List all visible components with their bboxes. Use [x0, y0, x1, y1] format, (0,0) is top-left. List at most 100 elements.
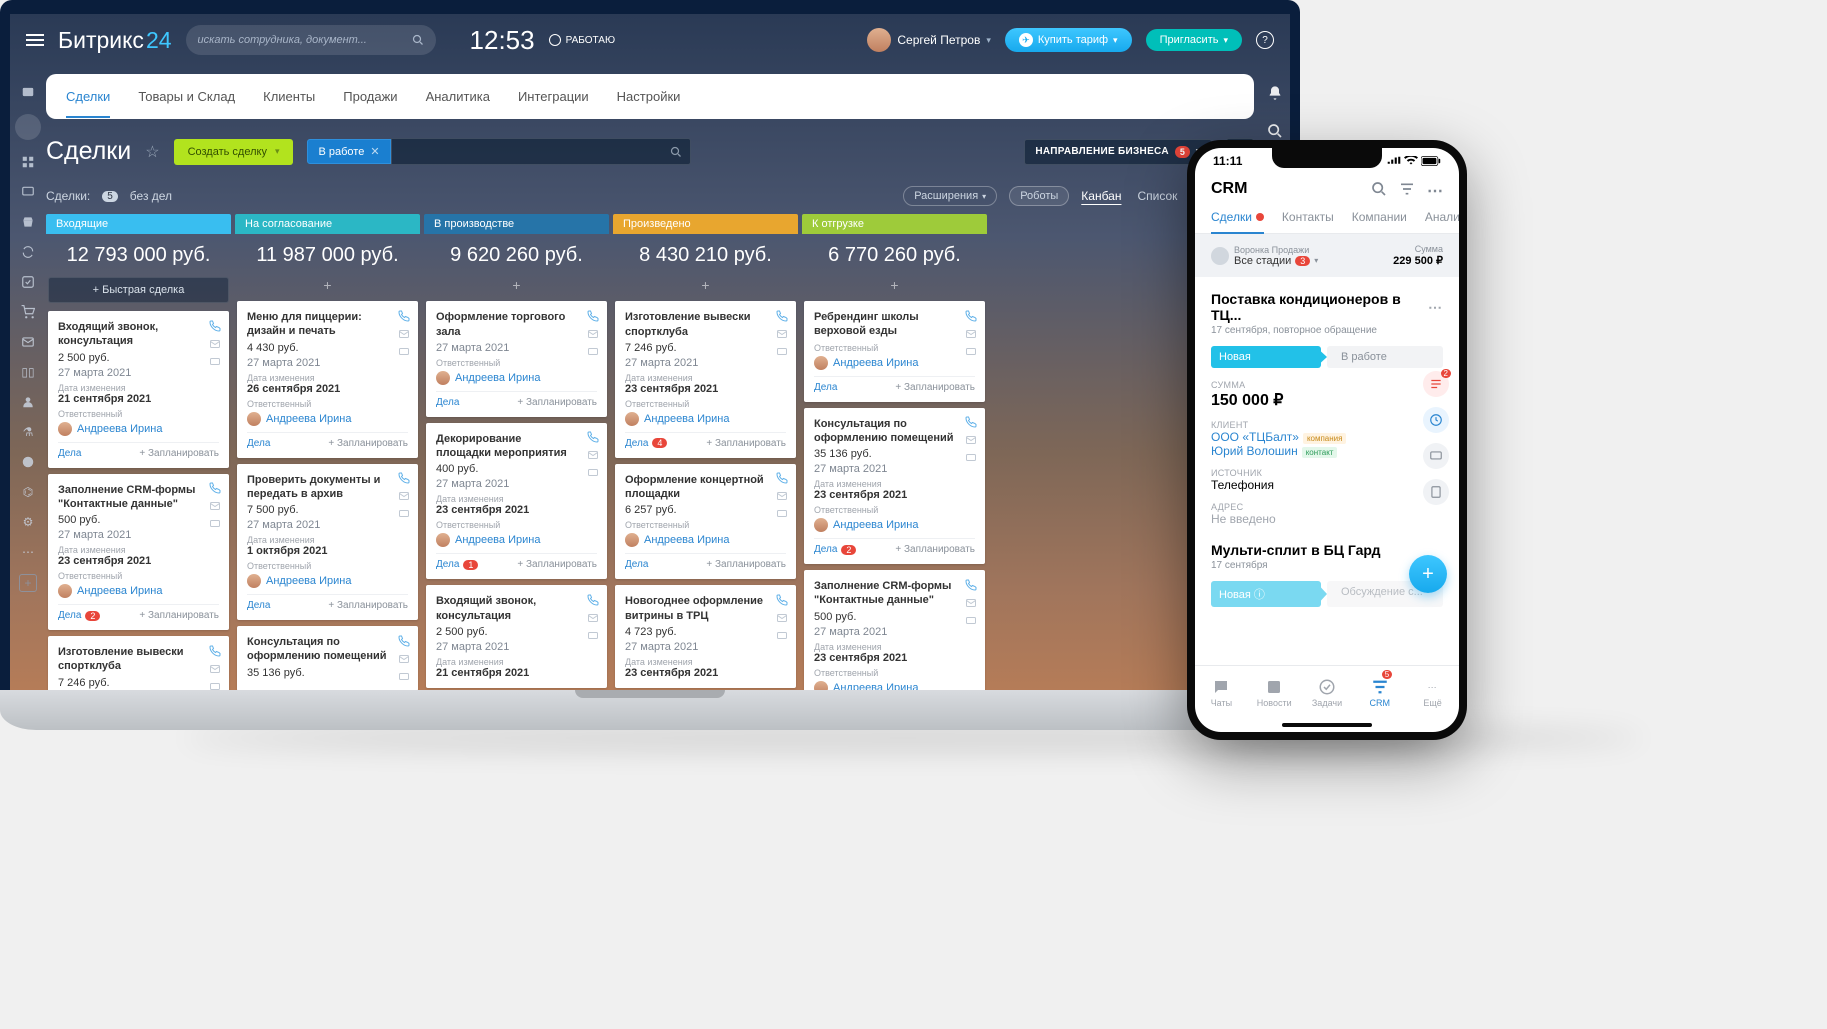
phone-icon[interactable]	[775, 309, 788, 322]
tab-goods[interactable]: Товары и Склад	[138, 89, 235, 104]
side-check-icon[interactable]	[20, 274, 36, 290]
card-title[interactable]: Изготовление вывески спортклуба	[625, 310, 786, 339]
side-store-icon[interactable]	[20, 214, 36, 230]
chat-icon[interactable]	[775, 629, 788, 642]
chat-icon[interactable]	[397, 670, 410, 683]
card-plan-link[interactable]: + Запланировать	[139, 610, 219, 621]
phone-stage-new[interactable]: Новая	[1211, 346, 1321, 368]
search-icon-side[interactable]	[1266, 122, 1284, 140]
chat-icon[interactable]	[775, 508, 788, 521]
side-sitemap-icon[interactable]: ⌬	[20, 484, 36, 500]
phone-rail-time[interactable]	[1423, 407, 1449, 433]
column-header[interactable]: Входящие	[46, 214, 231, 234]
deal-card[interactable]: Изготовление вывески спортклуба7 246 руб…	[48, 636, 229, 690]
card-title[interactable]: Проверить документы и передать в архив	[247, 473, 408, 502]
deal-card[interactable]: Оформление концертной площадки6 257 руб.…	[615, 464, 796, 580]
column-add-button[interactable]: +	[235, 277, 420, 301]
phone-stage-inwork[interactable]: В работе	[1327, 346, 1443, 368]
work-status[interactable]: РАБОТАЮ	[549, 34, 615, 46]
phone-home-indicator[interactable]	[1282, 723, 1372, 727]
deal-card[interactable]: Консультация по оформлению помещений35 1…	[237, 626, 418, 690]
column-header[interactable]: На согласование	[235, 214, 420, 234]
card-title[interactable]: Декорирование площадки мероприятия	[436, 432, 597, 461]
phone-deal2-stage-new[interactable]: Новая ⓘ	[1211, 581, 1321, 607]
deal-card[interactable]: Изготовление вывески спортклуба7 246 руб…	[615, 301, 796, 458]
phone-icon[interactable]	[775, 472, 788, 485]
deal-card[interactable]: Меню для пиццерии: дизайн и печать4 430 …	[237, 301, 418, 458]
phone-icon[interactable]	[775, 593, 788, 606]
card-responsible-user[interactable]: Андреева Ирина	[58, 422, 219, 436]
card-title[interactable]: Заполнение CRM-формы "Контактные данные"	[814, 579, 975, 608]
side-cart-icon[interactable]	[20, 304, 36, 320]
card-deals-link[interactable]: Дела	[625, 559, 648, 570]
card-plan-link[interactable]: + Запланировать	[895, 382, 975, 393]
phone-icon[interactable]	[964, 309, 977, 322]
phone-icon[interactable]	[964, 578, 977, 591]
mail-icon[interactable]	[586, 327, 599, 340]
column-header[interactable]: Произведено	[613, 214, 798, 234]
side-people-icon[interactable]	[20, 394, 36, 410]
phone-icon[interactable]	[208, 644, 221, 657]
card-deals-link[interactable]: Дела 1	[436, 559, 478, 570]
tab-clients[interactable]: Клиенты	[263, 89, 315, 104]
card-title[interactable]: Входящий звонок, консультация	[436, 594, 597, 623]
card-plan-link[interactable]: + Запланировать	[895, 544, 975, 555]
phone-rail-doc[interactable]	[1423, 479, 1449, 505]
column-header[interactable]: К отгрузке	[802, 214, 987, 234]
side-window-icon[interactable]	[20, 84, 36, 100]
card-responsible-user[interactable]: Андреева Ирина	[247, 412, 408, 426]
chat-icon[interactable]	[586, 629, 599, 642]
filter-pill-in-work[interactable]: В работе✕	[307, 139, 390, 164]
phone-nav-crm[interactable]: CRM5	[1353, 666, 1406, 720]
card-deals-link[interactable]: Дела 2	[814, 544, 856, 555]
card-title[interactable]: Входящий звонок, консультация	[58, 320, 219, 349]
card-plan-link[interactable]: + Запланировать	[706, 438, 786, 449]
card-deals-link[interactable]: Дела 4	[625, 438, 667, 449]
side-add-button[interactable]: +	[19, 574, 37, 592]
tab-integrations[interactable]: Интеграции	[518, 89, 589, 104]
side-pair-icon[interactable]: ▯▯	[20, 364, 36, 380]
phone-nav-chats[interactable]: Чаты	[1195, 666, 1248, 720]
phone-icon[interactable]	[397, 309, 410, 322]
phone-tab-contacts[interactable]: Контакты	[1282, 210, 1334, 233]
phone-icon[interactable]	[586, 431, 599, 444]
phone-icon[interactable]	[586, 309, 599, 322]
phone-icon[interactable]	[964, 416, 977, 429]
card-title[interactable]: Ребрендинг школы верховой езды	[814, 310, 975, 339]
mail-icon[interactable]	[397, 490, 410, 503]
column-add-button[interactable]: +	[802, 277, 987, 301]
card-deals-link[interactable]: Дела	[247, 438, 270, 449]
phone-icon[interactable]	[586, 593, 599, 606]
mail-icon[interactable]	[208, 500, 221, 513]
card-title[interactable]: Оформление концертной площадки	[625, 473, 786, 502]
card-title[interactable]: Новогоднее оформление витрины в ТРЦ	[625, 594, 786, 623]
deal-card[interactable]: Проверить документы и передать в архив7 …	[237, 464, 418, 621]
phone-tab-deals[interactable]: Сделки	[1211, 210, 1264, 234]
bell-icon[interactable]	[1266, 84, 1284, 102]
filter-icon[interactable]	[1399, 181, 1415, 197]
tab-sales[interactable]: Продажи	[343, 89, 397, 104]
chat-icon[interactable]	[964, 614, 977, 627]
card-title[interactable]: Изготовление вывески спортклуба	[58, 645, 219, 674]
phone-client-company[interactable]: ООО «ТЦБалт»	[1211, 430, 1299, 444]
phone-deal2-title[interactable]: Мульти-сплит в БЦ Гард	[1211, 542, 1443, 558]
phone-nav-news[interactable]: Новости	[1248, 666, 1301, 720]
card-title[interactable]: Оформление торгового зала	[436, 310, 597, 339]
help-button[interactable]: ?	[1256, 31, 1274, 49]
invite-button[interactable]: Пригласить ▾	[1146, 29, 1242, 51]
mail-icon[interactable]	[964, 434, 977, 447]
quick-deal-button[interactable]: + Быстрая сделка	[48, 277, 229, 303]
side-clock-icon[interactable]	[20, 454, 36, 470]
card-responsible-user[interactable]: Андреева Ирина	[625, 412, 786, 426]
chat-icon[interactable]	[208, 680, 221, 690]
deal-card[interactable]: Оформление торгового зала27 марта 2021От…	[426, 301, 607, 417]
column-add-button[interactable]: +	[424, 277, 609, 301]
chat-icon[interactable]	[586, 467, 599, 480]
hamburger-menu[interactable]	[26, 34, 44, 46]
deal-card[interactable]: Заполнение CRM-формы "Контактные данные"…	[804, 570, 985, 690]
side-lab-icon[interactable]: ⚗	[20, 424, 36, 440]
global-search[interactable]	[186, 25, 436, 55]
mail-icon[interactable]	[586, 449, 599, 462]
deal-card[interactable]: Ребрендинг школы верховой ездыОтветствен…	[804, 301, 985, 402]
mail-icon[interactable]	[208, 662, 221, 675]
